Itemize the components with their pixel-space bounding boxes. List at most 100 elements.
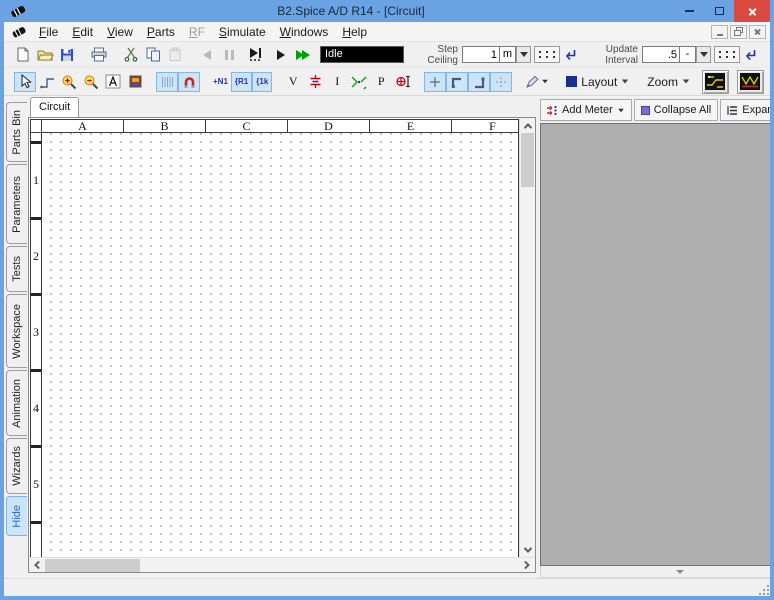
paste-button <box>164 45 186 65</box>
add-meter-label: Add Meter <box>562 104 613 116</box>
horizontal-scroll-thumb[interactable] <box>45 559 140 572</box>
expand-all-button[interactable]: Expand All <box>720 99 770 121</box>
column-header: D <box>288 120 370 132</box>
vertical-scroll-track[interactable] <box>520 187 535 542</box>
panel-splitter[interactable] <box>540 566 770 578</box>
layout-dropdown[interactable]: Layout <box>562 75 633 89</box>
horizontal-scrollbar[interactable] <box>29 557 535 572</box>
show-values-toggle[interactable]: {1k <box>252 72 272 92</box>
scroll-right-button[interactable] <box>519 558 535 573</box>
wire-mode-any-button[interactable] <box>424 72 446 92</box>
show-ref-designators-toggle[interactable]: {R1 <box>231 72 252 92</box>
sidebar-tab-tests[interactable]: Tests <box>6 246 27 292</box>
minimize-icon <box>685 10 694 12</box>
grid-toggle-button[interactable] <box>156 72 178 92</box>
menu-file[interactable]: File <box>32 23 65 41</box>
new-button[interactable] <box>12 45 34 65</box>
text-tool-button[interactable] <box>102 72 124 92</box>
power-marker-button[interactable]: P <box>370 72 392 92</box>
update-interval-input[interactable] <box>642 46 680 63</box>
mdi-minimize-button[interactable] <box>711 25 728 39</box>
menu-parts[interactable]: Parts <box>140 23 182 41</box>
mdi-restore-button[interactable] <box>730 25 747 39</box>
menu-help[interactable]: Help <box>335 23 374 41</box>
meter-panel: Add Meter Collapse All Expand All X <box>536 96 770 578</box>
sidebar-tab-parameters[interactable]: Parameters <box>6 164 27 244</box>
scroll-up-button[interactable] <box>520 118 535 133</box>
step-ceiling-apply-button[interactable] <box>564 49 576 60</box>
add-meter-button[interactable]: Add Meter <box>540 99 632 121</box>
minimize-button[interactable] <box>674 0 704 22</box>
stepper-dots-icon <box>719 56 735 58</box>
save-button[interactable] <box>56 45 78 65</box>
column-header: C <box>206 120 288 132</box>
corner-up-icon <box>450 75 464 89</box>
dropdown-icon <box>542 80 548 84</box>
collapse-all-label: Collapse All <box>654 104 711 116</box>
collapse-all-button[interactable]: Collapse All <box>634 99 718 121</box>
cut-button[interactable] <box>120 45 142 65</box>
save-floppy-icon <box>60 48 74 62</box>
sidebar-tab-wizards[interactable]: Wizards <box>6 438 27 494</box>
row-header: 3 <box>31 296 41 372</box>
sim-run-button[interactable] <box>270 45 292 65</box>
zoom-in-tool-button[interactable] <box>58 72 80 92</box>
sim-step-button[interactable] <box>240 45 270 65</box>
scroll-down-button[interactable] <box>520 542 535 557</box>
document-menu-icon[interactable] <box>10 24 28 40</box>
tab-label: Parameters <box>11 176 23 233</box>
voltage-probe-button[interactable] <box>304 72 326 92</box>
expand-all-icon <box>727 105 738 116</box>
select-tool-button[interactable] <box>14 72 36 92</box>
menu-edit[interactable]: Edit <box>65 23 100 41</box>
close-button[interactable] <box>734 0 770 22</box>
menu-windows[interactable]: Windows <box>273 23 336 41</box>
update-interval-stepper[interactable] <box>714 46 740 63</box>
wire-mode-corner-button[interactable] <box>446 72 468 92</box>
schematic-canvas[interactable] <box>42 133 518 557</box>
menu-simulate[interactable]: Simulate <box>212 23 273 41</box>
tab-label: Tests <box>11 256 23 282</box>
step-ceiling-unit-dropdown[interactable] <box>516 46 531 63</box>
wire-tool-button[interactable] <box>36 72 58 92</box>
part-image-tool-button[interactable] <box>124 72 146 92</box>
snap-toggle-button[interactable] <box>178 72 200 92</box>
power-probe-button[interactable] <box>392 72 414 92</box>
scissors-icon <box>124 47 138 62</box>
scroll-left-button[interactable] <box>29 558 45 573</box>
tab-label: Animation <box>11 379 23 428</box>
zoom-out-tool-button[interactable] <box>80 72 102 92</box>
menu-view[interactable]: View <box>100 23 140 41</box>
zoom-dropdown[interactable]: Zoom <box>643 75 694 89</box>
update-interval-unit-dropdown[interactable] <box>696 46 711 63</box>
sidebar-tab-hide[interactable]: Hide <box>6 496 27 536</box>
tab-circuit[interactable]: Circuit <box>30 97 79 117</box>
battery-probe-icon <box>308 74 323 89</box>
main-area: Parts Bin Parameters Tests Workspace Ani… <box>4 96 770 578</box>
copy-button[interactable] <box>142 45 164 65</box>
show-node-names-toggle[interactable]: +N1 <box>210 72 231 92</box>
draw-style-dropdown[interactable] <box>522 72 552 92</box>
print-button[interactable] <box>88 45 110 65</box>
sidebar-tab-parts-bin[interactable]: Parts Bin <box>6 102 27 162</box>
board-view-button[interactable] <box>702 70 729 94</box>
current-probe-button[interactable] <box>348 72 370 92</box>
resize-grip[interactable] <box>757 583 769 595</box>
maximize-button[interactable] <box>704 0 734 22</box>
vertical-scroll-thumb[interactable] <box>521 133 534 187</box>
board-view-alt-button[interactable] <box>737 70 764 94</box>
current-marker-button[interactable]: I <box>326 72 348 92</box>
update-interval-apply-button[interactable] <box>744 49 756 60</box>
file-sim-toolbar: Idle Step Ceiling m Update Interval - <box>4 42 770 68</box>
wire-mode-free-button[interactable] <box>490 72 512 92</box>
step-ceiling-input[interactable] <box>462 46 500 63</box>
sidebar-tab-animation[interactable]: Animation <box>6 370 27 436</box>
sim-fast-run-button[interactable] <box>292 45 314 65</box>
step-ceiling-stepper[interactable] <box>534 46 560 63</box>
vertical-scrollbar[interactable] <box>519 118 535 557</box>
open-button[interactable] <box>34 45 56 65</box>
sidebar-tab-workspace[interactable]: Workspace <box>6 294 27 368</box>
voltage-marker-button[interactable]: V <box>282 72 304 92</box>
wire-mode-corner2-button[interactable] <box>468 72 490 92</box>
mdi-close-button[interactable] <box>749 25 766 39</box>
